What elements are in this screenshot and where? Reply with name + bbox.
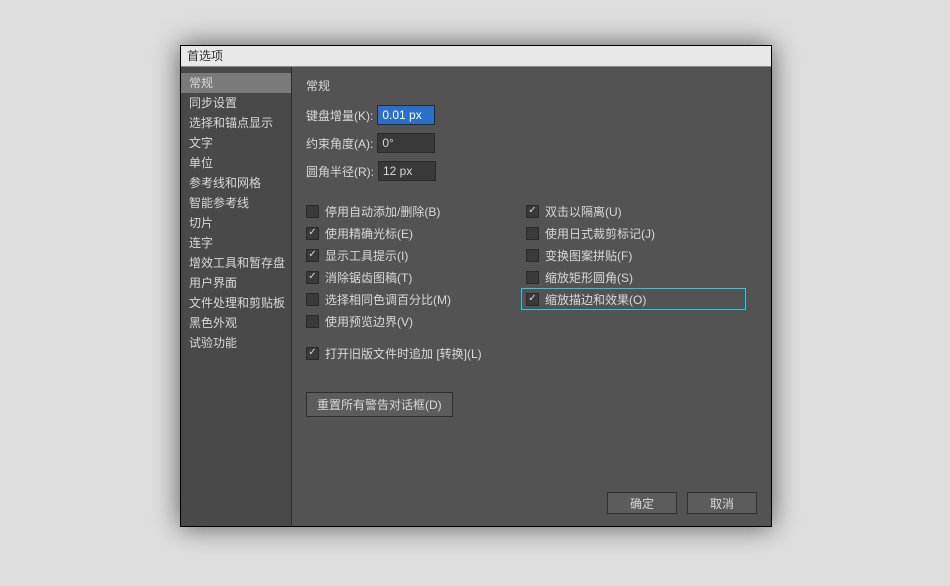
checkbox-row[interactable]: ✓ 使用精确光标(E) — [306, 222, 526, 244]
checkbox-label: 使用预览边界(V) — [325, 313, 413, 330]
keyboard-increment-row: 键盘增量(K): — [306, 104, 757, 126]
checkbox-column-right: ✓ 双击以隔离(U) 使用日式裁剪标记(J) 变换图案拼贴(F) 缩放矩形圆角(S) ✓ 缩… — [526, 200, 746, 332]
checkbox-label: 变换图案拼贴(F) — [545, 247, 632, 264]
checkbox-row[interactable]: 使用预览边界(V) — [306, 310, 526, 332]
constraint-angle-input[interactable] — [377, 133, 435, 153]
checkbox-label: 使用日式裁剪标记(J) — [545, 225, 655, 242]
keyboard-increment-label: 键盘增量(K): — [306, 107, 373, 124]
checkbox-label: 停用自动添加/删除(B) — [325, 203, 440, 220]
dialog-buttons: 确定 取消 — [607, 492, 757, 514]
checkbox-label: 消除锯齿图稿(T) — [325, 269, 412, 286]
checkbox-columns: 停用自动添加/删除(B) ✓ 使用精确光标(E) ✓ 显示工具提示(I) ✓ 消除锯齿图稿(… — [306, 200, 757, 332]
cancel-button[interactable]: 取消 — [687, 492, 757, 514]
checkbox-label: 缩放矩形圆角(S) — [545, 269, 633, 286]
checkbox-icon — [306, 293, 319, 306]
ok-button[interactable]: 确定 — [607, 492, 677, 514]
corner-radius-label: 圆角半径(R): — [306, 163, 374, 180]
reset-warnings-button[interactable]: 重置所有警告对话框(D) — [306, 392, 453, 417]
checkbox-icon — [526, 227, 539, 240]
sidebar-item[interactable]: 智能参考线 — [181, 193, 291, 213]
corner-radius-input[interactable] — [378, 161, 436, 181]
checkbox-icon: ✓ — [306, 249, 319, 262]
checkbox-label: 双击以隔离(U) — [545, 203, 622, 220]
sidebar-item[interactable]: 选择和锚点显示 — [181, 113, 291, 133]
sidebar-item[interactable]: 试验功能 — [181, 333, 291, 353]
sidebar-item[interactable]: 用户界面 — [181, 273, 291, 293]
checkbox-icon — [526, 249, 539, 262]
checkbox-row[interactable]: ✓ 缩放描边和效果(O) — [521, 288, 746, 310]
sidebar-item[interactable]: 文件处理和剪贴板 — [181, 293, 291, 313]
open-legacy-label: 打开旧版文件时追加 [转换](L) — [325, 345, 482, 362]
checkbox-row[interactable]: ✓ 双击以隔离(U) — [526, 200, 746, 222]
corner-radius-row: 圆角半径(R): — [306, 160, 757, 182]
open-legacy-row: ✓ 打开旧版文件时追加 [转换](L) — [306, 342, 757, 364]
dialog-title: 首选项 — [187, 49, 223, 63]
checkbox-row[interactable]: 变换图案拼贴(F) — [526, 244, 746, 266]
sidebar-item[interactable]: 切片 — [181, 213, 291, 233]
checkbox-label: 显示工具提示(I) — [325, 247, 408, 264]
checkbox-row[interactable]: 缩放矩形圆角(S) — [526, 266, 746, 288]
checkbox-icon — [306, 205, 319, 218]
sidebar-item[interactable]: 增效工具和暂存盘 — [181, 253, 291, 273]
sidebar-item[interactable]: 文字 — [181, 133, 291, 153]
sidebar-item[interactable]: 常规 — [181, 73, 291, 93]
preferences-dialog: 首选项 常规同步设置选择和锚点显示文字单位参考线和网格智能参考线切片连字增效工具… — [180, 45, 772, 527]
checkbox-icon: ✓ — [526, 293, 539, 306]
sidebar: 常规同步设置选择和锚点显示文字单位参考线和网格智能参考线切片连字增效工具和暂存盘… — [181, 67, 292, 526]
checkbox-row[interactable]: 使用日式裁剪标记(J) — [526, 222, 746, 244]
sidebar-item[interactable]: 同步设置 — [181, 93, 291, 113]
sidebar-item[interactable]: 参考线和网格 — [181, 173, 291, 193]
dialog-titlebar[interactable]: 首选项 — [181, 46, 771, 67]
checkbox-icon: ✓ — [306, 347, 319, 360]
keyboard-increment-input[interactable] — [377, 105, 435, 125]
checkbox-label: 缩放描边和效果(O) — [545, 291, 646, 308]
checkbox-icon: ✓ — [306, 271, 319, 284]
constraint-angle-row: 约束角度(A): — [306, 132, 757, 154]
checkbox-row[interactable]: ✓ 显示工具提示(I) — [306, 244, 526, 266]
checkbox-label: 选择相同色调百分比(M) — [325, 291, 451, 308]
checkbox-icon: ✓ — [306, 227, 319, 240]
reset-row: 重置所有警告对话框(D) — [306, 392, 757, 417]
main-panel: 常规 键盘增量(K): 约束角度(A): 圆角半径(R): 停用自动添加/删除(… — [292, 67, 771, 526]
checkbox-icon: ✓ — [526, 205, 539, 218]
checkbox-icon — [306, 315, 319, 328]
sidebar-item[interactable]: 连字 — [181, 233, 291, 253]
checkbox-label: 使用精确光标(E) — [325, 225, 413, 242]
checkbox-row[interactable]: ✓ 消除锯齿图稿(T) — [306, 266, 526, 288]
constraint-angle-label: 约束角度(A): — [306, 135, 373, 152]
open-legacy-checkbox[interactable]: ✓ 打开旧版文件时追加 [转换](L) — [306, 342, 757, 364]
sidebar-item[interactable]: 黑色外观 — [181, 313, 291, 333]
sidebar-item[interactable]: 单位 — [181, 153, 291, 173]
dialog-body: 常规同步设置选择和锚点显示文字单位参考线和网格智能参考线切片连字增效工具和暂存盘… — [181, 67, 771, 526]
checkbox-column-left: 停用自动添加/删除(B) ✓ 使用精确光标(E) ✓ 显示工具提示(I) ✓ 消除锯齿图稿(… — [306, 200, 526, 332]
checkbox-row[interactable]: 选择相同色调百分比(M) — [306, 288, 526, 310]
checkbox-row[interactable]: 停用自动添加/删除(B) — [306, 200, 526, 222]
panel-title: 常规 — [306, 77, 757, 94]
checkbox-icon — [526, 271, 539, 284]
